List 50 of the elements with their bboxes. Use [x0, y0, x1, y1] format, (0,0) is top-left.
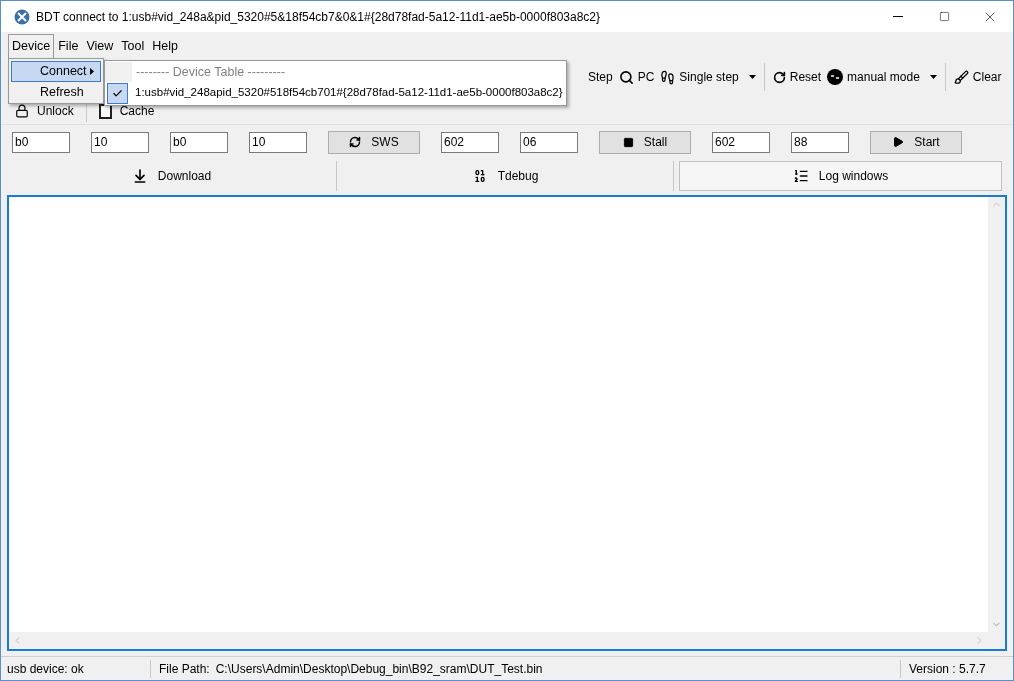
tab[interactable]: Download: [7, 161, 337, 191]
value-field[interactable]: 10: [249, 131, 307, 153]
window-title: BDT connect to 1:usb#vid_248a&pid_5320#5&18f54cb7&0&1#{28d78fad-5a12-11d1-ae5b-0000f803a8c2}: [36, 8, 602, 26]
refresh-icon: [349, 136, 362, 148]
toolbar-button[interactable]: Step: [585, 64, 616, 90]
device-status: usb device: ok: [1, 659, 151, 678]
menu-item[interactable]: File: [54, 34, 83, 58]
tab[interactable]: Log windows: [679, 161, 1002, 191]
list-icon: [792, 168, 809, 184]
action-button[interactable]: SWS: [328, 130, 420, 154]
menu-item[interactable]: View: [82, 34, 118, 58]
value-field[interactable]: b0: [12, 131, 70, 153]
tab[interactable]: Tdebug: [337, 161, 674, 191]
rotate-icon: [772, 70, 786, 84]
menu-item[interactable]: Tool: [117, 34, 149, 58]
toolbar-button[interactable]: Clear: [950, 64, 1005, 90]
device-table-header: -------- Device Table ---------: [135, 63, 286, 81]
menu-item[interactable]: Device: [8, 34, 55, 58]
caret-icon: [929, 75, 937, 79]
value-field[interactable]: b0: [170, 131, 228, 153]
value-field[interactable]: 06: [520, 131, 578, 153]
value-field[interactable]: 602: [441, 131, 499, 153]
minimize-icon: [893, 16, 903, 17]
brush-icon: [953, 69, 969, 85]
check-icon: [112, 87, 123, 99]
toolbar-button[interactable]: manual mode: [824, 64, 940, 90]
version-label: Version : 5.7.7: [908, 660, 987, 678]
file-path-label: File Path:: [159, 660, 210, 678]
lock-icon: [15, 104, 29, 118]
toolbar-button[interactable]: PC: [615, 64, 658, 90]
footprints-icon: [660, 69, 676, 85]
action-button[interactable]: Stall: [599, 130, 691, 154]
stop-icon: [622, 136, 634, 148]
value-field[interactable]: 602: [712, 131, 770, 153]
vertical-scrollbar[interactable]: [988, 197, 1005, 632]
action-button[interactable]: Start: [870, 130, 962, 154]
search-icon: [618, 69, 634, 85]
maximize-icon: [938, 11, 950, 22]
play-icon: [892, 136, 905, 148]
horizontal-scrollbar[interactable]: [9, 632, 988, 649]
menu-item[interactable]: Help: [148, 34, 182, 58]
app-icon: [14, 8, 30, 25]
caret-icon: [748, 75, 756, 79]
value-field[interactable]: 88: [791, 131, 849, 153]
menu-entry[interactable]: Connect: [11, 61, 101, 82]
file-path: C:\Users\Admin\Desktop\Debug_bin\B92_sram\DUT_Test.bin: [215, 660, 543, 678]
value-field[interactable]: 10: [91, 131, 149, 153]
mode-icon: [827, 69, 844, 85]
toolbar-button[interactable]: Single step: [657, 64, 759, 90]
toolbar-button[interactable]: Reset: [769, 64, 825, 90]
